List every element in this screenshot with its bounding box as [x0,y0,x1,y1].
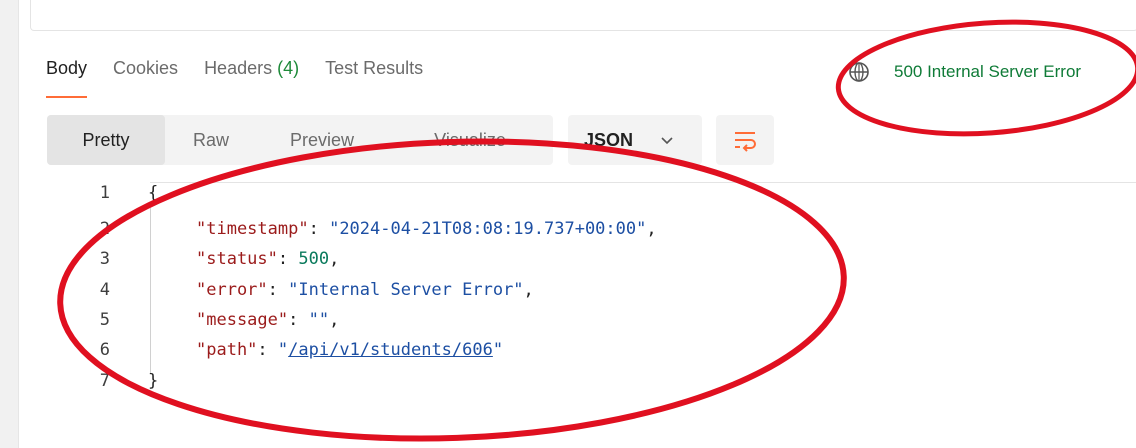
tab-cookies[interactable]: Cookies [113,58,178,98]
json-value: "Internal Server Error" [288,280,524,300]
json-key: "path" [196,340,258,360]
json-key: "timestamp" [196,219,309,239]
line-number: 3 [99,249,110,269]
close-brace: } [148,371,159,391]
tab-test-results[interactable]: Test Results [325,58,423,98]
globe-icon[interactable] [848,61,870,83]
tab-pretty[interactable]: Pretty [47,115,165,165]
json-key: "status" [196,249,278,269]
wrap-lines-icon [735,132,756,152]
code-line: 3 "status": 500, [60,244,340,274]
line-number: 7 [99,371,110,391]
tab-headers-label: Headers [204,58,273,78]
request-panel-edge [30,0,1136,31]
line-number: 6 [99,340,110,360]
json-value: "" [308,310,330,330]
code-line: 6 "path": "/api/v1/students/606 " [60,335,503,365]
code-line: 2 "timestamp": "2024-04-21T08:08:19.737+… [60,214,657,244]
code-line: 5 "message": "", [60,305,340,335]
response-status: 500 Internal Server Error [848,58,1081,86]
postman-response-panel: Body Cookies Headers (4) Test Results 50… [0,0,1136,448]
tab-preview[interactable]: Preview [257,115,387,165]
format-tabs: Pretty Raw Preview Visualize [47,115,553,165]
response-tabs: Body Cookies Headers (4) Test Results [46,58,423,98]
tab-headers[interactable]: Headers (4) [204,58,299,98]
code-line: 7 } [60,366,159,396]
status-code-text[interactable]: 500 Internal Server Error [894,62,1081,82]
json-body[interactable]: 1 { 2 "timestamp": "2024-04-21T08:08:19.… [60,178,1136,408]
json-value: "2024-04-21T08:08:19.737+00:00" [329,219,647,239]
line-number: 2 [99,219,110,239]
open-brace: { [148,183,159,203]
json-key: "error" [196,280,268,300]
code-line: 4 "error": "Internal Server Error", [60,275,534,305]
tab-body[interactable]: Body [46,58,88,98]
tab-raw[interactable]: Raw [165,115,257,165]
code-line: 1 { [60,178,159,208]
headers-count: (4) [277,58,300,78]
line-number: 4 [99,280,110,300]
line-number: 5 [99,310,110,330]
left-gutter [0,0,19,448]
language-select-value: JSON [584,129,634,150]
line-number: 1 [99,183,110,203]
language-select[interactable]: JSON [568,115,702,165]
path-link[interactable]: /api/v1/students/606 [288,340,493,360]
json-key: "message" [196,310,289,330]
chevron-down-icon [661,137,673,145]
wrap-lines-button[interactable] [716,115,774,165]
json-value: 500 [298,249,330,269]
tab-visualize[interactable]: Visualize [387,115,553,165]
